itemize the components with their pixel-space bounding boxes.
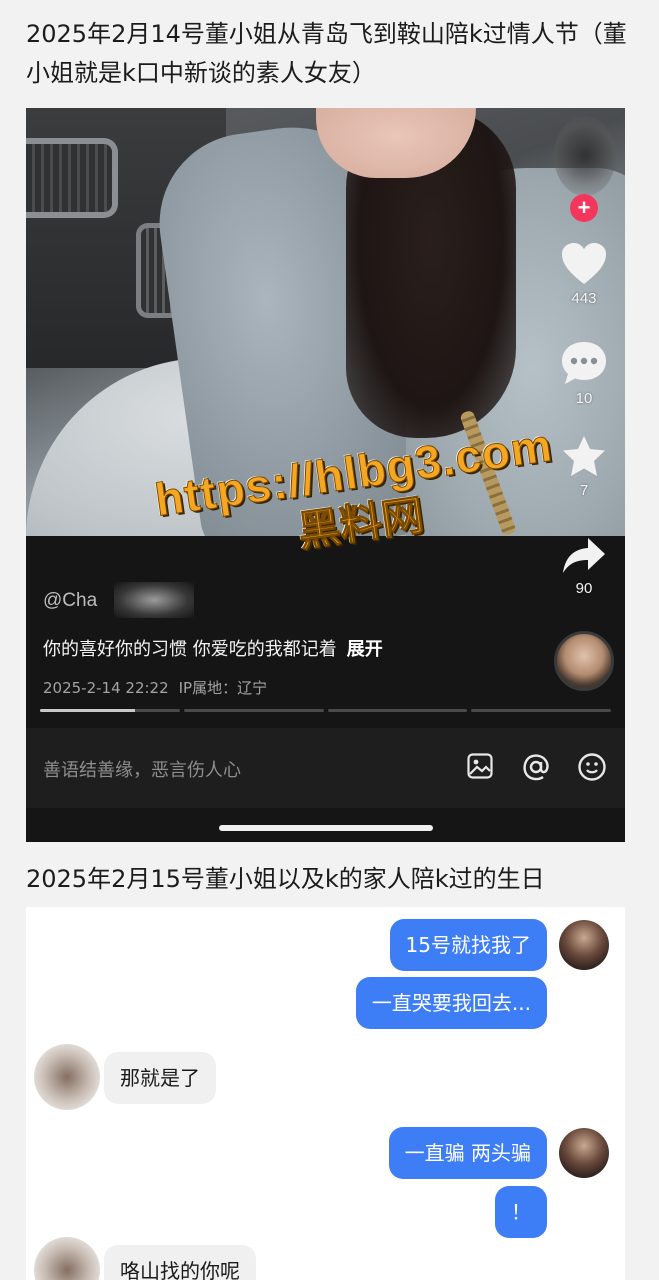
at-icon[interactable] xyxy=(521,752,551,782)
progress-segment xyxy=(40,709,180,712)
post-date: 2025-2-14 22:22 xyxy=(43,679,169,697)
comment-icon xyxy=(562,342,606,384)
video-description: 你的喜好你的习惯 你爱吃的我都记着 展开 xyxy=(43,635,383,661)
my-avatar[interactable] xyxy=(559,920,609,970)
comment-input-bar: 善语结善缘，恶言伤人心 xyxy=(26,728,625,808)
chat-bubble-sent[interactable]: 一直哭要我回去... xyxy=(355,977,547,1029)
car-vent xyxy=(26,138,118,218)
author-handle[interactable]: @Cha xyxy=(43,590,97,612)
like-count: 443 xyxy=(571,290,597,307)
handle-censor-blur xyxy=(114,582,194,618)
favorite-button[interactable]: 7 xyxy=(552,434,616,499)
contact-avatar-blurred[interactable] xyxy=(34,1237,100,1280)
progress-segment xyxy=(327,709,468,712)
favorite-count: 7 xyxy=(579,482,589,499)
music-disc-avatar[interactable] xyxy=(554,631,614,691)
author-avatar-blurred[interactable] xyxy=(554,116,616,196)
video-progress-bar[interactable] xyxy=(40,709,611,713)
comment-input[interactable]: 善语结善缘，恶言伤人心 xyxy=(43,756,241,782)
chat-bubble-received[interactable]: 那就是了 xyxy=(104,1052,216,1104)
chat-bubble-received[interactable]: 咯山找的你呢 xyxy=(104,1245,256,1280)
heart-icon xyxy=(562,243,606,284)
share-icon xyxy=(563,538,605,573)
ip-location: IP属地：辽宁 xyxy=(178,679,268,697)
share-button[interactable]: 90 xyxy=(552,536,616,597)
video-meta: 2025-2-14 22:22 IP属地：辽宁 xyxy=(43,677,267,698)
emoji-icon[interactable] xyxy=(577,752,607,782)
star-icon xyxy=(563,436,605,476)
caption-valentines: 2025年2月14号董小姐从青岛飞到鞍山陪k过情人节（董小姐就是k口中新谈的素人… xyxy=(26,20,627,87)
chat-bubble-sent[interactable]: 15号就找我了 xyxy=(389,919,547,971)
progress-segment xyxy=(183,709,324,712)
comment-button[interactable]: 10 xyxy=(552,340,616,407)
video-frame[interactable] xyxy=(26,108,625,536)
progress-fill xyxy=(40,709,136,712)
plus-icon[interactable]: + xyxy=(570,194,598,222)
video-screenshot: + 443 10 7 90 @Cha 你的喜好你的习惯 你爱吃的我都记着 展开 2… xyxy=(26,108,625,842)
image-icon[interactable] xyxy=(466,752,494,780)
home-indicator xyxy=(219,825,433,831)
contact-avatar-blurred[interactable] xyxy=(34,1044,100,1110)
chat-bubble-sent[interactable]: ！ xyxy=(495,1186,547,1238)
progress-segment xyxy=(471,709,611,712)
comment-count: 10 xyxy=(575,390,593,407)
chat-screenshot: 15号就找我了一直哭要我回去... 那就是了一直骗 两头骗 ！ 咯山找的你呢 xyxy=(26,907,625,1280)
share-count: 90 xyxy=(575,580,593,597)
expand-link[interactable]: 展开 xyxy=(347,639,383,660)
description-text: 你的喜好你的习惯 你爱吃的我都记着 xyxy=(43,639,337,660)
my-avatar[interactable] xyxy=(559,1128,609,1178)
like-button[interactable]: 443 xyxy=(552,242,616,307)
chat-bubble-sent[interactable]: 一直骗 两头骗 xyxy=(388,1127,547,1179)
caption-birthday: 2025年2月15号董小姐以及k的家人陪k过的生日 xyxy=(26,865,545,893)
